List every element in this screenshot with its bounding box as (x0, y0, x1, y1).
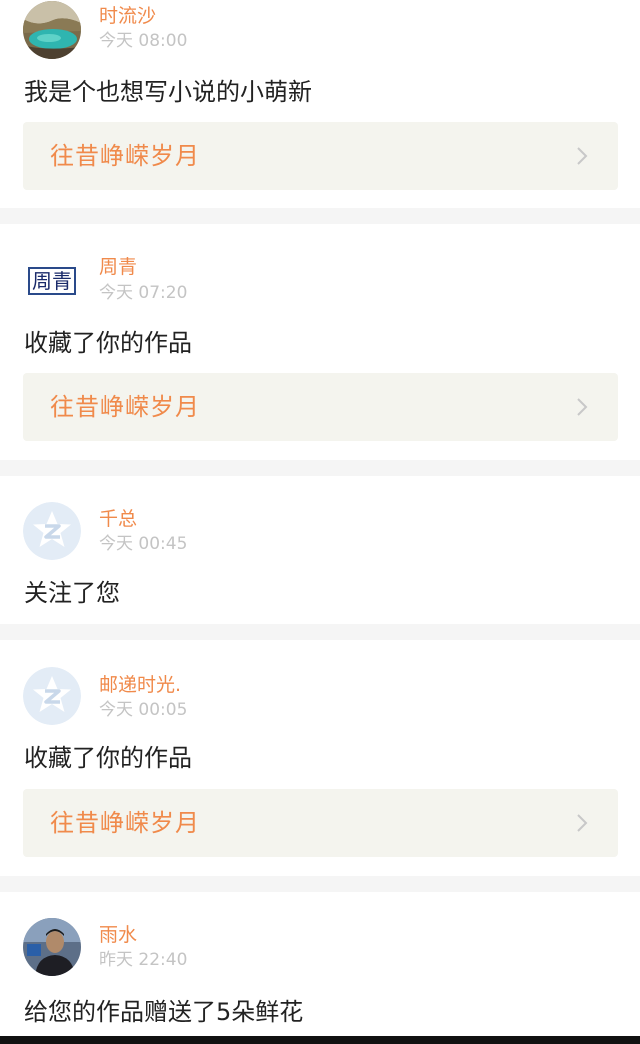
username[interactable]: 千总 (99, 507, 137, 531)
username[interactable]: 雨水 (99, 923, 137, 947)
notification-item[interactable]: 周青 周青 今天 07:20 收藏了你的作品 往昔峥嵘岁月 (0, 224, 640, 460)
name-seal-avatar: 周青 (28, 267, 76, 295)
separator (0, 208, 640, 224)
bottom-edge-bar (0, 1036, 640, 1044)
landscape-photo-avatar-icon (23, 1, 81, 59)
user-avatar[interactable] (23, 918, 81, 976)
default-qq-avatar-icon (23, 502, 81, 560)
message-text: 收藏了你的作品 (24, 329, 192, 357)
user-avatar[interactable] (23, 1, 81, 59)
work-link-card[interactable]: 往昔峥嵘岁月 (23, 122, 618, 190)
username[interactable]: 时流沙 (99, 4, 156, 28)
work-title: 往昔峥嵘岁月 (50, 393, 200, 421)
notification-item[interactable]: 邮递时光. 今天 00:05 收藏了你的作品 往昔峥嵘岁月 (0, 640, 640, 876)
notification-item[interactable]: 雨水 昨天 22:40 给您的作品赠送了5朵鲜花 (0, 892, 640, 1036)
user-avatar[interactable]: 周青 (23, 252, 81, 310)
default-qq-avatar-icon (23, 667, 81, 725)
work-link-card[interactable]: 往昔峥嵘岁月 (23, 789, 618, 857)
message-text: 我是个也想写小说的小萌新 (24, 78, 312, 106)
username[interactable]: 邮递时光. (99, 673, 181, 697)
timestamp: 今天 00:45 (99, 534, 188, 554)
message-text: 关注了您 (24, 579, 120, 607)
separator (0, 624, 640, 640)
work-link-card[interactable]: 往昔峥嵘岁月 (23, 373, 618, 441)
work-title: 往昔峥嵘岁月 (50, 809, 200, 837)
work-title: 往昔峥嵘岁月 (50, 142, 200, 170)
separator (0, 460, 640, 476)
notification-item[interactable]: 千总 今天 00:45 关注了您 (0, 476, 640, 624)
chevron-right-icon (577, 398, 588, 416)
timestamp: 今天 08:00 (99, 31, 188, 51)
timestamp: 今天 00:05 (99, 700, 188, 720)
user-avatar[interactable] (23, 667, 81, 725)
message-text: 给您的作品赠送了5朵鲜花 (24, 998, 304, 1026)
timestamp: 今天 07:20 (99, 283, 188, 303)
chevron-right-icon (577, 147, 588, 165)
username[interactable]: 周青 (99, 255, 137, 279)
notification-item[interactable]: 时流沙 今天 08:00 我是个也想写小说的小萌新 往昔峥嵘岁月 (0, 0, 640, 208)
timestamp: 昨天 22:40 (99, 950, 188, 970)
message-text: 收藏了你的作品 (24, 744, 192, 772)
user-avatar[interactable] (23, 502, 81, 560)
chevron-right-icon (577, 814, 588, 832)
person-photo-avatar-icon (23, 918, 81, 976)
separator (0, 876, 640, 892)
